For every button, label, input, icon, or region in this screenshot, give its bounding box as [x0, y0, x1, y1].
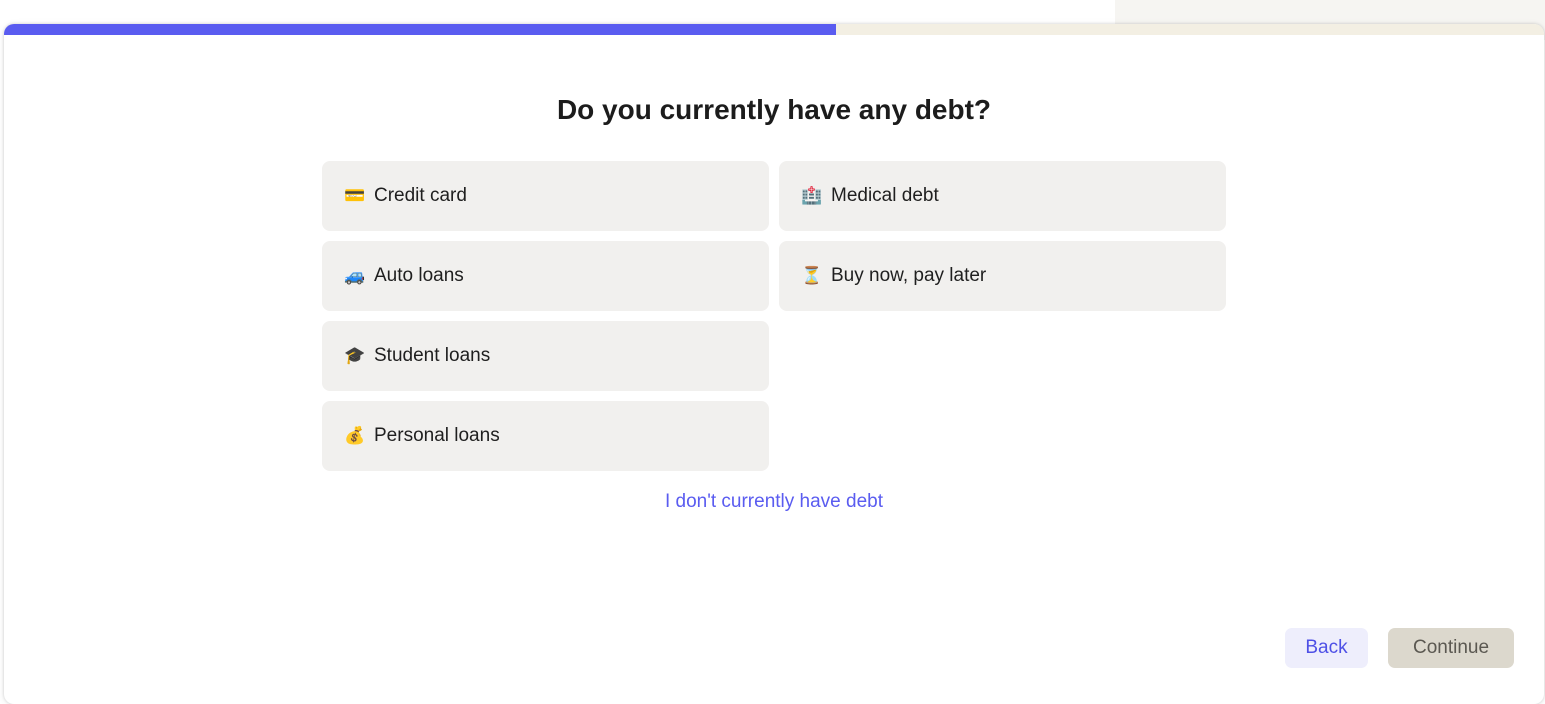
continue-button[interactable]: Continue	[1388, 628, 1514, 668]
option-label: Buy now, pay later	[831, 265, 987, 286]
credit-card-icon: 💳	[344, 186, 366, 205]
back-button[interactable]: Back	[1285, 628, 1368, 668]
graduation-cap-icon: 🎓	[344, 346, 366, 365]
medical-record-icon: 🏥	[801, 186, 823, 205]
option-personal-loans[interactable]: 💰 Personal loans	[322, 401, 769, 471]
question-title: Do you currently have any debt?	[556, 94, 992, 125]
option-label: Personal loans	[374, 425, 500, 446]
debt-question-modal: Do you currently have any debt? 💳 Credit…	[4, 24, 1544, 704]
car-icon: 🚙	[344, 266, 366, 285]
progress-bar-fill	[4, 24, 836, 35]
option-label: Medical debt	[831, 185, 939, 206]
option-label: Credit card	[374, 185, 467, 206]
option-student-loans[interactable]: 🎓 Student loans	[322, 321, 769, 391]
option-buy-now-pay-later[interactable]: ⏳ Buy now, pay later	[779, 241, 1226, 311]
progress-bar	[4, 24, 1544, 35]
money-bag-icon: 💰	[344, 426, 366, 445]
no-debt-link[interactable]: I don't currently have debt	[4, 491, 1544, 513]
option-label: Student loans	[374, 345, 491, 366]
option-credit-card[interactable]: 💳 Credit card	[322, 161, 769, 231]
option-label: Auto loans	[374, 265, 464, 286]
option-medical-debt[interactable]: 🏥 Medical debt	[779, 161, 1226, 231]
option-auto-loans[interactable]: 🚙 Auto loans	[322, 241, 769, 311]
hourglass-icon: ⏳	[801, 266, 823, 285]
